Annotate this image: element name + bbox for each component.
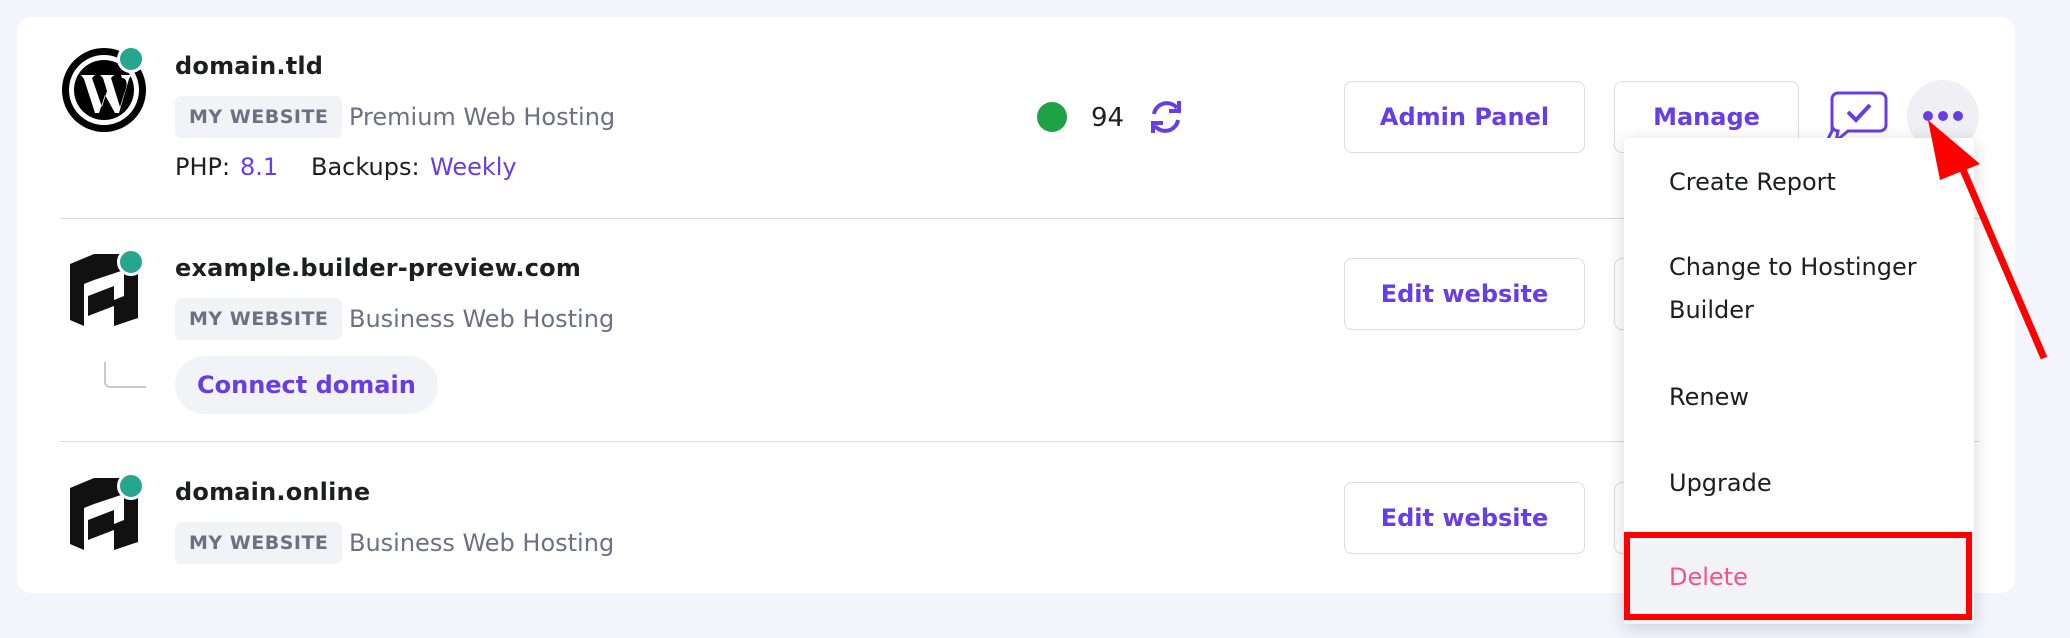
php-label: PHP: (175, 153, 231, 181)
site-domain-1[interactable]: domain.tld (175, 52, 323, 80)
edit-website-button-1[interactable]: Edit website (1344, 258, 1585, 330)
site-domain-2[interactable]: example.builder-preview.com (175, 254, 581, 282)
php-version[interactable]: 8.1 (240, 153, 278, 181)
highlight-box (1624, 532, 1972, 620)
connect-domain-button[interactable]: Connect domain (175, 356, 438, 414)
online-status-dot (117, 248, 145, 276)
my-website-badge-3: MY WEBSITE (175, 522, 343, 564)
my-website-badge-1: MY WEBSITE (175, 96, 343, 138)
menu-item-label: Change to Hostinger (1669, 253, 1917, 281)
site-plan-1: Premium Web Hosting (349, 103, 616, 131)
menu-item-label: Create Report (1669, 168, 1836, 196)
performance-status-dot (1037, 102, 1067, 132)
refresh-icon[interactable] (1146, 96, 1186, 138)
online-status-dot (117, 472, 145, 500)
menu-item-label: Renew (1669, 383, 1749, 411)
performance-score: 94 (1091, 103, 1125, 133)
admin-panel-button[interactable]: Admin Panel (1344, 81, 1585, 153)
connector-line (104, 362, 146, 388)
site-plan-2: Business Web Hosting (349, 305, 615, 333)
online-status-dot (117, 45, 145, 73)
red-arrow-annotation (1928, 120, 2048, 360)
menu-item-label: Upgrade (1669, 469, 1772, 497)
chat-check-icon[interactable] (1826, 87, 1888, 145)
backups-frequency[interactable]: Weekly (430, 153, 517, 181)
backups-label: Backups: (311, 153, 420, 181)
site-plan-3: Business Web Hosting (349, 529, 615, 557)
site-domain-3[interactable]: domain.online (175, 478, 370, 506)
edit-website-button-2[interactable]: Edit website (1344, 482, 1585, 554)
my-website-badge-2: MY WEBSITE (175, 298, 343, 340)
menu-item-label: Builder (1669, 296, 1754, 324)
